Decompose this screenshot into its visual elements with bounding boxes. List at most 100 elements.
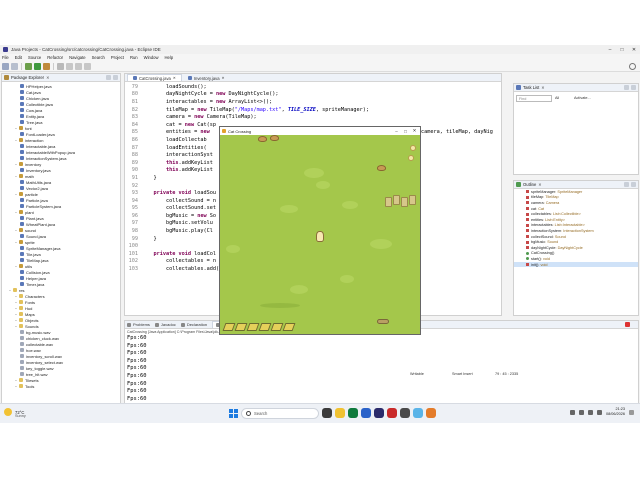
chevron-down-icon[interactable]: ⌄ <box>14 192 18 196</box>
task-list-title[interactable]: Task List <box>523 85 539 90</box>
edge-icon[interactable] <box>361 408 371 418</box>
close-tab-icon[interactable]: ✕ <box>173 76 176 80</box>
chevron-down-icon[interactable]: ⌄ <box>14 378 18 382</box>
outline-item-type: : DayNightCycle <box>555 245 583 250</box>
menu-item-navigate[interactable]: Navigate <box>69 55 86 60</box>
clock[interactable]: 21:23 08/06/2026 <box>606 407 625 417</box>
back-icon[interactable] <box>75 62 82 70</box>
game-maximize-button[interactable]: □ <box>401 127 410 135</box>
notification-icon[interactable] <box>629 409 634 415</box>
editor-tab[interactable]: Inventory.java ✕ <box>182 74 231 81</box>
task-view-icon[interactable] <box>322 408 332 418</box>
chevron-down-icon[interactable]: ⌄ <box>14 324 18 328</box>
folder-icon <box>13 288 17 292</box>
chrome-icon[interactable] <box>348 408 358 418</box>
task-all-filter[interactable]: All <box>555 96 559 100</box>
minimize-view-icon[interactable] <box>624 182 629 187</box>
external-tools-icon[interactable] <box>43 62 50 70</box>
chevron-down-icon[interactable]: ⌄ <box>14 264 18 268</box>
chevron-down-icon[interactable]: ⌄ <box>14 306 18 310</box>
tree-item-label: Interactable.java <box>26 143 56 149</box>
close-tab-icon[interactable]: ✕ <box>222 76 225 80</box>
app-taskbar-icon[interactable] <box>387 408 397 418</box>
chevron-down-icon[interactable]: ⌄ <box>14 174 18 178</box>
terminal-taskbar-icon[interactable] <box>400 408 410 418</box>
search-toolbar-icon[interactable] <box>66 62 73 70</box>
game-window-titlebar[interactable]: Cat Crossing – □ ✕ <box>220 127 420 135</box>
chevron-down-icon[interactable]: ⌄ <box>14 318 18 322</box>
chevron-up-icon[interactable] <box>569 409 575 415</box>
maximize-button[interactable]: □ <box>616 45 628 54</box>
windows-start-button[interactable] <box>229 409 238 418</box>
game-close-button[interactable]: ✕ <box>410 127 419 135</box>
menu-item-file[interactable]: File <box>2 55 9 60</box>
task-activate-link[interactable]: Activate... <box>574 96 591 100</box>
game-minimize-button[interactable]: – <box>392 127 401 135</box>
close-view-icon[interactable]: ✕ <box>46 75 49 80</box>
chevron-down-icon[interactable]: ⌄ <box>8 288 12 292</box>
maximize-view-icon[interactable] <box>113 75 118 80</box>
game-canvas[interactable] <box>220 135 420 334</box>
file-explorer-icon[interactable] <box>335 408 345 418</box>
menu-item-refactor[interactable]: Refactor <box>47 55 63 60</box>
quick-access-search-icon[interactable] <box>629 63 636 70</box>
package-explorer-title[interactable]: Package Explorer <box>11 75 44 80</box>
minimize-view-icon[interactable] <box>624 85 629 90</box>
chevron-down-icon[interactable]: ⌄ <box>14 294 18 298</box>
battery-icon[interactable] <box>596 409 602 415</box>
minimize-view-icon[interactable] <box>106 75 111 80</box>
tab-declaration[interactable]: Declaration <box>180 322 207 327</box>
folder-icon <box>19 318 23 322</box>
chevron-down-icon[interactable]: ⌄ <box>14 300 18 304</box>
menu-item-help[interactable]: Help <box>165 55 174 60</box>
tree-item-label: bg-music.wav <box>26 329 51 335</box>
chevron-down-icon[interactable]: ⌄ <box>14 210 18 214</box>
new-icon[interactable] <box>2 62 9 70</box>
outline-item-name: collectables <box>531 212 551 217</box>
eclipse-taskbar-icon[interactable] <box>374 408 384 418</box>
forward-icon[interactable] <box>84 62 91 70</box>
chevron-down-icon[interactable]: ⌄ <box>14 126 18 130</box>
chevron-down-icon[interactable]: ⌄ <box>14 312 18 316</box>
tab-javadoc[interactable]: Javadoc <box>154 322 176 327</box>
volume-icon[interactable] <box>587 409 593 415</box>
java-taskbar-icon[interactable] <box>426 408 436 418</box>
chevron-down-icon[interactable]: ⌄ <box>14 228 18 232</box>
menu-item-window[interactable]: Window <box>144 55 159 60</box>
menu-item-search[interactable]: Search <box>92 55 105 60</box>
task-find-input[interactable]: Find <box>516 95 552 102</box>
menu-item-source[interactable]: Source <box>28 55 41 60</box>
line-number: 88 <box>131 152 138 159</box>
close-button[interactable]: ✕ <box>628 45 640 54</box>
save-icon[interactable] <box>11 62 18 70</box>
weather-widget[interactable]: 72°C Sunny <box>4 408 26 418</box>
outline-item[interactable]: init() : void <box>514 261 638 268</box>
toolbar-separator <box>53 62 54 70</box>
console-output[interactable]: Fps:60 Fps:60 Fps:60 Fps:60 Fps:60 Fps:60 Fps:… <box>125 335 638 404</box>
tree-item-folder[interactable]: ⌄ Tools <box>2 383 120 389</box>
open-type-icon[interactable] <box>57 62 64 70</box>
menu-item-project[interactable]: Project <box>111 55 124 60</box>
menu-item-run[interactable]: Run <box>130 55 138 60</box>
outline-title[interactable]: Outline <box>523 182 536 187</box>
tab-problems[interactable]: Problems <box>127 322 150 327</box>
maximize-view-icon[interactable] <box>631 85 636 90</box>
app-taskbar-icon[interactable] <box>413 408 423 418</box>
chevron-down-icon[interactable]: ⌄ <box>14 384 18 388</box>
close-view-icon[interactable]: ✕ <box>541 85 544 90</box>
chevron-down-icon[interactable]: ⌄ <box>14 240 18 244</box>
terminate-icon[interactable] <box>625 322 630 327</box>
editor-tab[interactable]: CatCrossing.java ✕ <box>127 74 182 81</box>
wifi-icon[interactable] <box>578 409 584 415</box>
minimize-button[interactable]: – <box>604 45 616 54</box>
run-icon[interactable] <box>34 62 41 70</box>
chevron-down-icon[interactable]: ⌄ <box>14 138 18 142</box>
chevron-down-icon[interactable]: ⌄ <box>14 162 18 166</box>
menu-item-edit[interactable]: Edit <box>15 55 22 60</box>
line-number: 85 <box>131 129 138 136</box>
debug-icon[interactable] <box>25 62 32 70</box>
game-window[interactable]: Cat Crossing – □ ✕ <box>219 126 421 335</box>
maximize-view-icon[interactable] <box>631 182 636 187</box>
taskbar-search[interactable]: Search <box>241 408 319 419</box>
close-view-icon[interactable]: ✕ <box>538 182 541 187</box>
